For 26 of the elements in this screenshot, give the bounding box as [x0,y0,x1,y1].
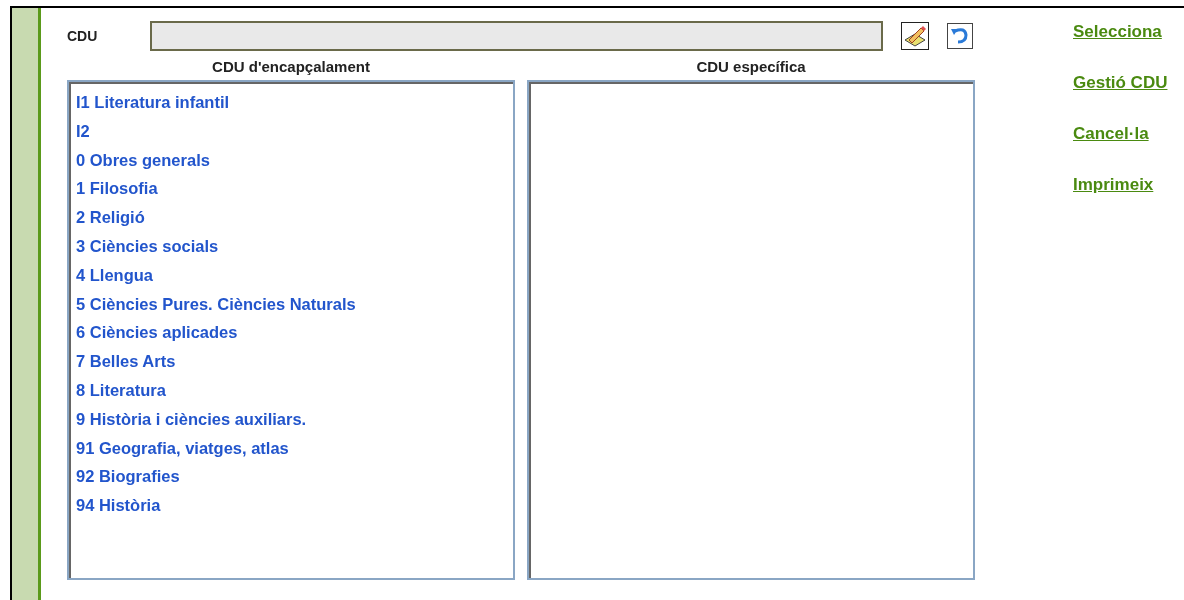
action-link[interactable]: Selecciona [1073,22,1168,73]
list-item[interactable]: 91 Geografia, viatges, atlas [76,433,513,463]
action-link[interactable]: Imprimeix [1073,175,1168,226]
list-heading: CDU específica [696,57,806,77]
pencil-icon[interactable] [901,22,929,50]
list-item[interactable]: 92 Biografies [76,462,513,492]
list-item[interactable]: 7 Belles Arts [76,347,513,376]
list-item[interactable]: 0 Obres generals [76,145,513,175]
action-link[interactable]: Gestió CDU [1073,73,1168,124]
list-box[interactable] [67,80,515,580]
list-item[interactable]: 8 Literatura [76,375,513,405]
list-item[interactable]: 4 Llengua [76,260,513,290]
list-item[interactable]: 6 Ciències aplicades [76,318,513,348]
action-link[interactable]: Cancel·la [1073,124,1168,175]
list-item[interactable]: I2 [76,116,513,146]
list-item[interactable]: 9 Història i ciències auxiliars. [76,404,513,434]
list-item[interactable]: 2 Religió [76,203,513,232]
list-heading: CDU d'encapçalament [212,57,370,77]
list-item[interactable]: 3 Ciències socials [76,232,513,261]
input-field[interactable] [150,21,883,51]
list-item[interactable]: I1 Literatura infantil [76,88,513,117]
list-item[interactable]: 94 Història [76,491,513,520]
field-label: CDU [67,28,99,44]
list-item[interactable]: 1 Filosofia [76,174,513,204]
undo-icon[interactable] [947,23,973,49]
list-item[interactable]: 5 Ciències Pures. Ciències Naturals [76,289,513,319]
